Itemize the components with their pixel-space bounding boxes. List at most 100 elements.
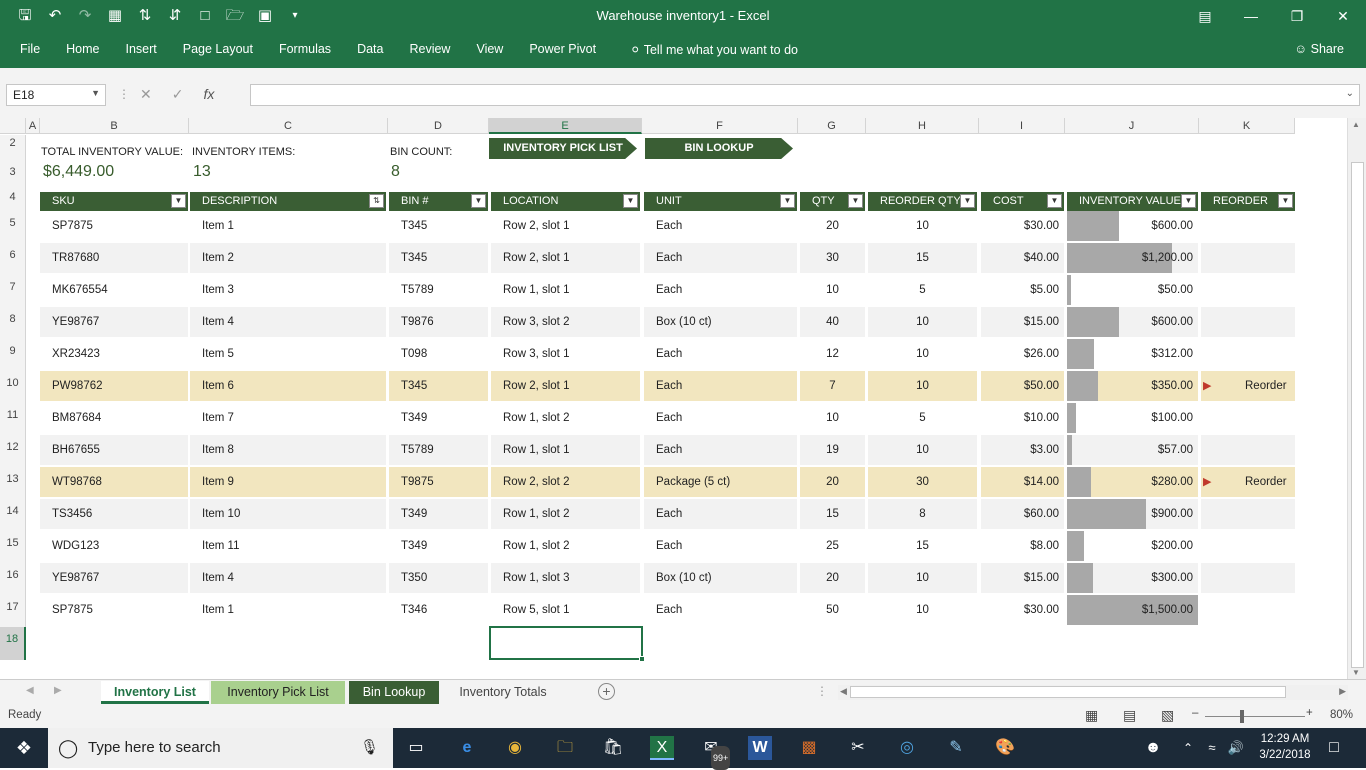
cell-desc[interactable]: Item 4 bbox=[190, 307, 386, 337]
cell-loc[interactable]: Row 3, slot 2 bbox=[491, 307, 640, 337]
add-sheet-icon[interactable]: + bbox=[598, 683, 615, 700]
cell-value[interactable]: $600.00 bbox=[1067, 211, 1198, 241]
cell-rq[interactable]: 10 bbox=[868, 339, 977, 369]
filter-dropdown-icon[interactable]: ▼ bbox=[471, 194, 486, 208]
restore-icon[interactable]: ❐ bbox=[1274, 0, 1320, 32]
ribbon-tab-power-pivot[interactable]: Power Pivot bbox=[529, 42, 596, 56]
expand-formula-bar-icon[interactable]: ⌄ bbox=[1346, 88, 1354, 99]
cell-sku[interactable]: TS3456 bbox=[40, 499, 188, 529]
customize-qat-icon[interactable]: ▾ bbox=[284, 6, 306, 26]
tab-inventory-totals[interactable]: Inventory Totals bbox=[444, 681, 562, 704]
cell-loc[interactable]: Row 1, slot 1 bbox=[491, 275, 640, 305]
cell-qty[interactable]: 20 bbox=[800, 563, 865, 593]
page-break-view-icon[interactable]: ▧ bbox=[1161, 707, 1174, 724]
cell-rq[interactable]: 8 bbox=[868, 499, 977, 529]
close-icon[interactable]: ✕ bbox=[1320, 0, 1366, 32]
table-icon[interactable]: ▦ bbox=[104, 6, 126, 26]
cell-bin[interactable]: T349 bbox=[389, 499, 488, 529]
cell-desc[interactable]: Item 3 bbox=[190, 275, 386, 305]
settings-app-icon[interactable]: ◎ bbox=[895, 736, 919, 760]
cell-reorder[interactable] bbox=[1201, 403, 1295, 433]
microphone-icon[interactable]: 🎙 bbox=[360, 728, 379, 768]
ribbon-display-options-icon[interactable]: ▤ bbox=[1182, 0, 1228, 32]
tell-me-box[interactable]: ⚪ Tell me what you want to do bbox=[630, 42, 798, 57]
cell-cost[interactable]: $15.00 bbox=[981, 563, 1064, 593]
cell-sku[interactable]: BM87684 bbox=[40, 403, 188, 433]
save-icon[interactable]: 🖫 bbox=[14, 6, 36, 26]
cell-cost[interactable]: $30.00 bbox=[981, 211, 1064, 241]
filter-dropdown-icon[interactable]: ▼ bbox=[1181, 194, 1196, 208]
cell-bin[interactable]: T5789 bbox=[389, 275, 488, 305]
cell-rq[interactable]: 5 bbox=[868, 275, 977, 305]
scroll-up-icon[interactable]: ▲ bbox=[1352, 120, 1360, 129]
scroll-right-icon[interactable]: ▶ bbox=[1339, 686, 1346, 697]
cell-rq[interactable]: 5 bbox=[868, 403, 977, 433]
zoom-out-icon[interactable]: – bbox=[1192, 707, 1198, 719]
cell-bin[interactable]: T349 bbox=[389, 403, 488, 433]
formula-input[interactable]: ⌄ bbox=[250, 84, 1360, 106]
cell-unit[interactable]: Each bbox=[644, 531, 797, 561]
cell-rq[interactable]: 10 bbox=[868, 307, 977, 337]
cell-reorder[interactable] bbox=[1201, 243, 1295, 273]
cell-bin[interactable]: T098 bbox=[389, 339, 488, 369]
cell-sku[interactable]: SP7875 bbox=[40, 211, 188, 241]
windows-start-icon[interactable]: ❖ bbox=[12, 736, 36, 760]
cell-sku[interactable]: XR23423 bbox=[40, 339, 188, 369]
cell-loc[interactable]: Row 3, slot 1 bbox=[491, 339, 640, 369]
notifications-icon[interactable]: □ bbox=[1322, 736, 1346, 760]
column-header-d[interactable]: D bbox=[388, 118, 489, 134]
notepad-icon[interactable]: ✎ bbox=[944, 736, 968, 760]
filter-dropdown-icon[interactable]: ▼ bbox=[960, 194, 975, 208]
cell-qty[interactable]: 40 bbox=[800, 307, 865, 337]
cell-rq[interactable]: 15 bbox=[868, 243, 977, 273]
vertical-scrollbar[interactable]: ▲ ▼ bbox=[1347, 118, 1366, 679]
cell-rq[interactable]: 10 bbox=[868, 595, 977, 625]
cell-unit[interactable]: Package (5 ct) bbox=[644, 467, 797, 497]
tab-inventory-pick-list[interactable]: Inventory Pick List bbox=[211, 681, 345, 704]
new-file-icon[interactable]: □ bbox=[194, 6, 216, 26]
cell-cost[interactable]: $50.00 bbox=[981, 371, 1064, 401]
filter-dropdown-icon[interactable]: ▼ bbox=[623, 194, 638, 208]
cell-qty[interactable]: 19 bbox=[800, 435, 865, 465]
prev-sheet-icon[interactable]: ◀ bbox=[26, 685, 34, 696]
cell-reorder[interactable]: ▶ Reorder bbox=[1201, 371, 1295, 401]
cell-cost[interactable]: $14.00 bbox=[981, 467, 1064, 497]
excel-icon[interactable]: X bbox=[650, 736, 674, 760]
row-header-18[interactable]: 18 bbox=[0, 627, 26, 660]
cell-reorder[interactable] bbox=[1201, 499, 1295, 529]
cell-cost[interactable]: $10.00 bbox=[981, 403, 1064, 433]
cell-unit[interactable]: Each bbox=[644, 403, 797, 433]
cell-cost[interactable]: $30.00 bbox=[981, 595, 1064, 625]
column-header-j[interactable]: J bbox=[1065, 118, 1199, 134]
share-button[interactable]: ☺ Share bbox=[1294, 42, 1344, 56]
cell-loc[interactable]: Row 1, slot 2 bbox=[491, 499, 640, 529]
cell-desc[interactable]: Item 2 bbox=[190, 243, 386, 273]
cell-desc[interactable]: Item 10 bbox=[190, 499, 386, 529]
cell-reorder[interactable] bbox=[1201, 435, 1295, 465]
cell-unit[interactable]: Each bbox=[644, 275, 797, 305]
ribbon-tab-review[interactable]: Review bbox=[409, 42, 450, 56]
cancel-icon[interactable]: ✕ bbox=[140, 86, 152, 103]
cell-value[interactable]: $300.00 bbox=[1067, 563, 1198, 593]
filter-dropdown-icon[interactable]: ▼ bbox=[1278, 194, 1293, 208]
cell-unit[interactable]: Each bbox=[644, 595, 797, 625]
horizontal-scroll-thumb[interactable] bbox=[850, 686, 1286, 698]
cell-cost[interactable]: $26.00 bbox=[981, 339, 1064, 369]
taskbar-search[interactable]: ◯ Type here to search 🎙 bbox=[48, 728, 393, 768]
cell-unit[interactable]: Each bbox=[644, 435, 797, 465]
filter-dropdown-icon[interactable]: ▼ bbox=[171, 194, 186, 208]
cell-qty[interactable]: 10 bbox=[800, 403, 865, 433]
cell-rq[interactable]: 10 bbox=[868, 211, 977, 241]
filter-dropdown-icon[interactable]: ▼ bbox=[780, 194, 795, 208]
cell-value[interactable]: $350.00 bbox=[1067, 371, 1198, 401]
zoom-slider[interactable] bbox=[1205, 716, 1305, 717]
active-cell-selection[interactable] bbox=[489, 626, 645, 662]
cell-desc[interactable]: Item 11 bbox=[190, 531, 386, 561]
cell-loc[interactable]: Row 2, slot 2 bbox=[491, 467, 640, 497]
cell-loc[interactable]: Row 5, slot 1 bbox=[491, 595, 640, 625]
undo-icon[interactable]: ↶ bbox=[44, 6, 66, 26]
scroll-down-icon[interactable]: ▼ bbox=[1352, 668, 1360, 677]
ribbon-tab-page-layout[interactable]: Page Layout bbox=[183, 42, 253, 56]
cell-reorder[interactable] bbox=[1201, 563, 1295, 593]
cell-value[interactable]: $312.00 bbox=[1067, 339, 1198, 369]
